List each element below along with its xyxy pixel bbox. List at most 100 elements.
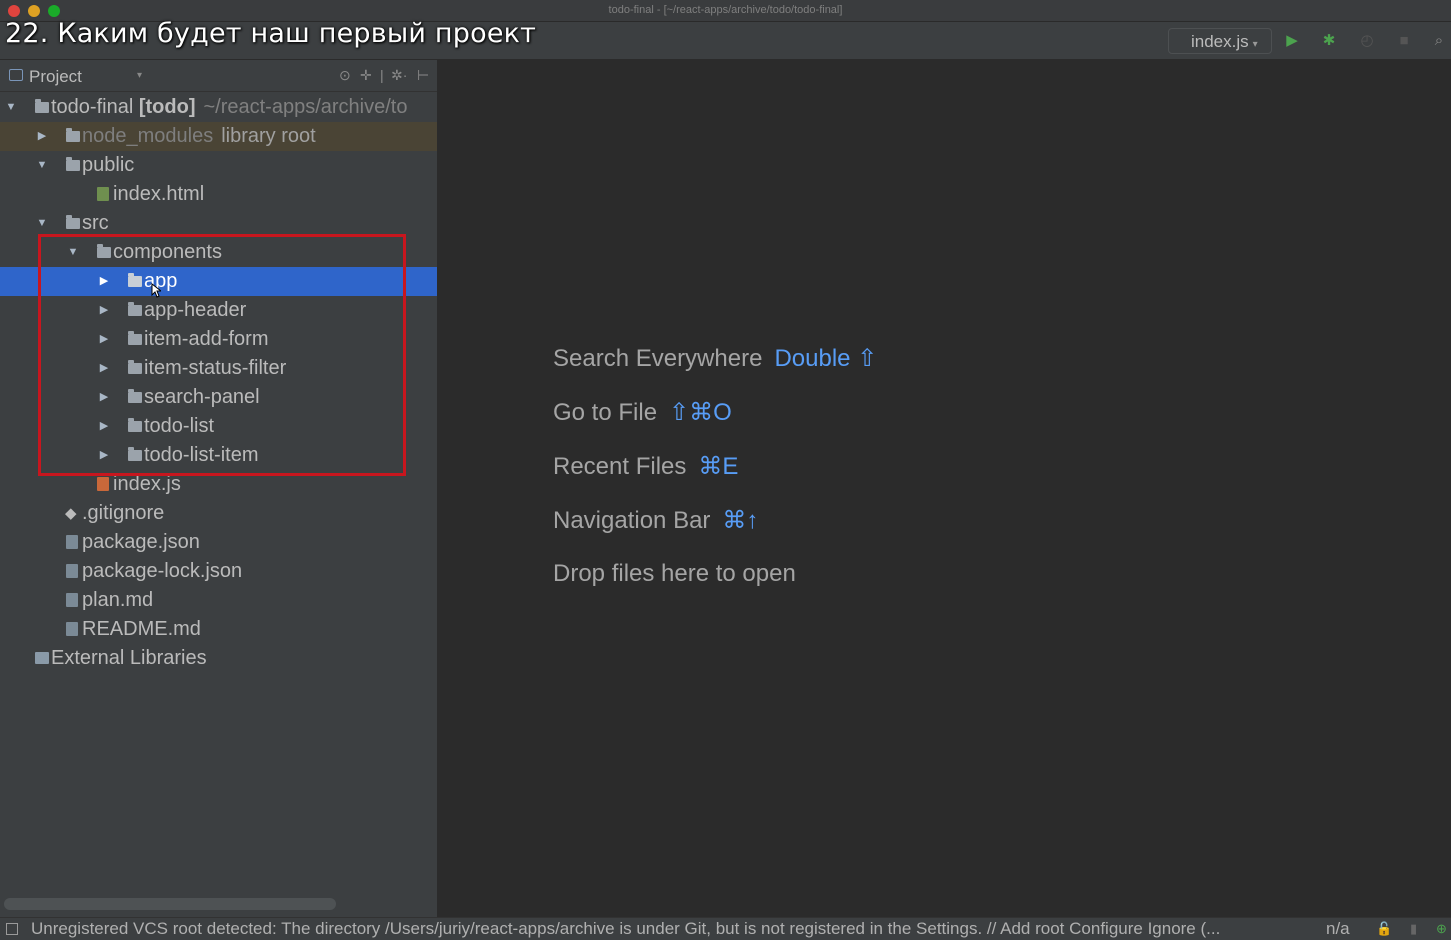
- tree-item-todo-list-item[interactable]: ▶ todo-list-item: [0, 441, 437, 470]
- collapsed-arrow-icon[interactable]: ▶: [36, 122, 48, 151]
- folder-icon: [35, 99, 49, 113]
- divider-icon: |: [380, 67, 384, 83]
- status-message[interactable]: Unregistered VCS root detected: The dire…: [31, 918, 1220, 940]
- project-path: ~/react-apps/archive/to: [203, 96, 408, 118]
- folder-icon: [128, 389, 142, 403]
- hint-shortcut: ⇧⌘O: [669, 399, 732, 426]
- folder-icon: [66, 128, 80, 142]
- tree-item-label: node_modules library root: [82, 122, 316, 151]
- tree-item-label: item-status-filter: [144, 357, 287, 379]
- project-tool-window: Project ▾ ⊙ ✛ | ✲· ⊢ ▼ todo-final [todo]…: [0, 60, 438, 917]
- hint-label: Drop files here to open: [553, 560, 796, 587]
- tree-item-package-json[interactable]: package.json: [0, 528, 437, 557]
- coverage-icon[interactable]: ◴: [1356, 30, 1378, 52]
- project-view-selector[interactable]: Project: [29, 67, 82, 87]
- tree-item-label: components: [113, 241, 222, 263]
- tree-item-label: .gitignore: [82, 502, 165, 524]
- horizontal-scrollbar[interactable]: [4, 898, 336, 910]
- hint-drop-files: Drop files here to open: [553, 560, 796, 588]
- tree-item-index-html[interactable]: index.html: [0, 180, 437, 209]
- hint-shortcut: ⌘E: [698, 453, 739, 480]
- tree-item-readme-md[interactable]: README.md: [0, 615, 437, 644]
- collapsed-arrow-icon[interactable]: ▶: [98, 354, 110, 383]
- tree-item-plan-md[interactable]: plan.md: [0, 586, 437, 615]
- tree-item-project-root[interactable]: ▼ todo-final [todo] ~/react-apps/archive/…: [0, 93, 437, 122]
- collapsed-arrow-icon[interactable]: ▶: [98, 296, 110, 325]
- tree-item-label: package-lock.json: [82, 560, 243, 582]
- folder-icon: [128, 273, 142, 287]
- gear-icon[interactable]: ✲·: [391, 67, 407, 84]
- folder-icon: [66, 215, 80, 229]
- expanded-arrow-icon[interactable]: ▼: [36, 209, 48, 238]
- collapse-all-icon[interactable]: ✛: [360, 67, 372, 84]
- gitignore-file-icon: ◆: [65, 505, 77, 522]
- markdown-file-icon: [66, 593, 78, 607]
- tree-item-label: todo-list-item: [144, 444, 259, 466]
- tree-item-app-header[interactable]: ▶ app-header: [0, 296, 437, 325]
- stop-icon[interactable]: ■: [1393, 30, 1415, 52]
- mouse-cursor-icon: [151, 283, 161, 298]
- hint-shortcut: Double ⇧: [774, 345, 878, 372]
- tree-item-search-panel[interactable]: ▶ search-panel: [0, 383, 437, 412]
- json-file-icon: [66, 535, 78, 549]
- tree-item-label: src: [82, 212, 109, 234]
- tree-item-label: search-panel: [144, 386, 260, 408]
- tree-item-label: package.json: [82, 531, 200, 553]
- event-log-icon[interactable]: ▮: [1410, 918, 1417, 940]
- library-root-label: library root: [221, 125, 316, 147]
- libraries-icon: [35, 652, 49, 664]
- tree-item-label: index.html: [113, 183, 205, 205]
- tree-item-label: index.js: [113, 473, 181, 495]
- collapsed-arrow-icon[interactable]: ▶: [98, 383, 110, 412]
- status-bar: Unregistered VCS root detected: The dire…: [0, 917, 1451, 940]
- hint-label: Search Everywhere: [553, 345, 763, 372]
- tree-item-item-add-form[interactable]: ▶ item-add-form: [0, 325, 437, 354]
- lock-icon[interactable]: 🔓: [1376, 918, 1392, 940]
- folder-icon: [128, 302, 142, 316]
- chevron-down-icon[interactable]: ▾: [137, 70, 142, 81]
- run-icon[interactable]: ▶: [1281, 30, 1303, 52]
- project-view-icon: [9, 69, 23, 81]
- expanded-arrow-icon[interactable]: ▼: [36, 151, 48, 180]
- hint-label: Navigation Bar: [553, 507, 711, 534]
- tool-windows-toggle-icon[interactable]: [6, 923, 18, 935]
- hint-label: Go to File: [553, 399, 658, 426]
- tree-item-todo-list[interactable]: ▶ todo-list: [0, 412, 437, 441]
- git-icon[interactable]: ⊕: [1436, 918, 1447, 940]
- tree-item-index-js[interactable]: index.js: [0, 470, 437, 499]
- module-name: [todo]: [138, 96, 196, 118]
- tree-item-public[interactable]: ▼ public: [0, 151, 437, 180]
- tree-item-label: plan.md: [82, 589, 154, 611]
- tree-item-app[interactable]: ▶ app: [0, 267, 437, 296]
- expanded-arrow-icon[interactable]: ▼: [67, 238, 79, 267]
- hint-search-everywhere: Search Everywhere Double ⇧: [553, 344, 877, 373]
- hint-navigation-bar: Navigation Bar ⌘↑: [553, 506, 758, 535]
- hide-panel-icon[interactable]: ⊢: [417, 67, 429, 84]
- json-file-icon: [66, 564, 78, 578]
- scroll-from-source-icon[interactable]: ⊙: [339, 67, 351, 84]
- tree-item-components[interactable]: ▼ components: [0, 238, 437, 267]
- expanded-arrow-icon[interactable]: ▼: [5, 93, 17, 122]
- tree-item-item-status-filter[interactable]: ▶ item-status-filter: [0, 354, 437, 383]
- tree-item-label: public: [82, 154, 135, 176]
- tree-item-src[interactable]: ▼ src: [0, 209, 437, 238]
- hint-shortcut: ⌘↑: [722, 507, 759, 534]
- run-configuration-selector[interactable]: index.js ▾: [1168, 28, 1272, 54]
- tree-item-package-lock-json[interactable]: package-lock.json: [0, 557, 437, 586]
- markdown-file-icon: [66, 622, 78, 636]
- collapsed-arrow-icon[interactable]: ▶: [98, 267, 110, 296]
- folder-icon: [128, 331, 142, 345]
- debug-icon[interactable]: ✱: [1318, 30, 1340, 52]
- tree-item-external-libraries[interactable]: External Libraries: [0, 644, 437, 673]
- tree-item-node-modules[interactable]: ▶ node_modules library root: [0, 122, 437, 151]
- javascript-file-icon: [97, 477, 109, 491]
- tree-item-gitignore[interactable]: ◆ .gitignore: [0, 499, 437, 528]
- collapsed-arrow-icon[interactable]: ▶: [98, 441, 110, 470]
- tree-item-label: todo-list: [144, 415, 215, 437]
- collapsed-arrow-icon[interactable]: ▶: [98, 412, 110, 441]
- tree-item-label: app-header: [144, 299, 247, 321]
- collapsed-arrow-icon[interactable]: ▶: [98, 325, 110, 354]
- search-icon[interactable]: ⌕: [1428, 30, 1450, 52]
- editor-area: Search Everywhere Double ⇧ Go to File ⇧⌘O …: [439, 60, 1451, 917]
- cursor-position: n/a: [1326, 919, 1350, 938]
